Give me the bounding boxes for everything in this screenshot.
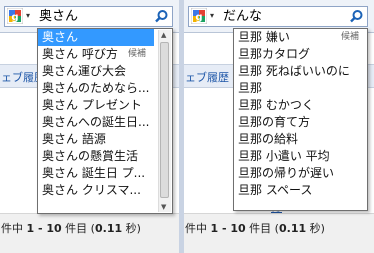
search-box[interactable]: g ▾ だんな: [188, 6, 368, 27]
magnifier-icon[interactable]: [154, 9, 169, 24]
suggestion-item[interactable]: 奥さん 呼び方 候補: [38, 46, 154, 63]
result-count: 件中 1 - 10 件目 (0.11 秒): [185, 222, 325, 235]
suggestion-item[interactable]: 旦那 嫌い 候補: [234, 29, 367, 46]
suggestion-text: 旦那 嫌い: [238, 30, 290, 44]
results-footer: 件中 1 - 10 件目 (0.11 秒): [184, 213, 374, 253]
google-logo-icon[interactable]: g: [7, 8, 23, 24]
suggestion-text: 奥さん クリスマ...: [42, 183, 141, 197]
suggestion-dropdown-right: 旦那 嫌い 候補 旦那カタログ 旦那 死ねばいいのに 旦那 旦那 むかつく 旦那の…: [233, 28, 368, 211]
suggestion-hint: 候補: [127, 49, 146, 59]
suggestion-text: 旦那 小遣い 平均: [238, 149, 330, 163]
suggestion-item[interactable]: 旦那の帰りが遅い: [234, 165, 367, 182]
suggestion-text: 奥さん 語源: [42, 132, 106, 146]
suggestion-text: 旦那: [238, 81, 263, 95]
suggestion-hint: 候補: [340, 32, 359, 42]
dropdown-scrollbar[interactable]: ▲ ▼: [158, 30, 171, 212]
scroll-down-icon[interactable]: ▼: [161, 203, 166, 211]
suggestion-item[interactable]: 旦那の給料: [234, 131, 367, 148]
suggestion-text: 奥さん 誕生日 プ...: [42, 166, 146, 180]
suggestion-item[interactable]: 奥さん プレゼント: [38, 97, 154, 114]
suggestion-item[interactable]: 旦那: [234, 80, 367, 97]
suggestion-text: 奥さん運び大会: [42, 64, 127, 78]
search-query[interactable]: だんな: [223, 9, 262, 25]
suggestion-text: 旦那の育て方: [238, 115, 311, 129]
suggestion-text: 奥さん プレゼント: [42, 98, 142, 112]
suggestion-text: 旦那の給料: [238, 132, 299, 146]
suggestion-item[interactable]: 旦那 死ねばいいのに: [234, 63, 367, 80]
suggestion-item[interactable]: 奥さん 語源: [38, 131, 154, 148]
search-engine-dropdown-icon[interactable]: ▾: [26, 11, 30, 20]
suggestion-item[interactable]: 奥さん クリスマ...: [38, 182, 154, 199]
suggestion-text: 旦那 スペース: [238, 183, 313, 197]
search-box[interactable]: g ▾ 奥さん: [4, 6, 173, 27]
suggestion-item[interactable]: 奥さんへの誕生日...: [38, 114, 154, 131]
suggestion-item[interactable]: 旦那 スペース: [234, 182, 367, 199]
suggestion-item[interactable]: 旦那の育て方: [234, 114, 367, 131]
suggestion-text: 旦那 死ねばいいのに: [238, 64, 350, 78]
suggestion-item[interactable]: 奥さん: [38, 29, 154, 46]
search-query[interactable]: 奥さん: [39, 9, 78, 25]
suggestion-text: 旦那 むかつく: [238, 98, 314, 112]
suggestion-text: 奥さんのためなら...: [42, 81, 150, 95]
svg-text:g: g: [195, 12, 202, 23]
scrollbar-thumb[interactable]: [160, 42, 169, 198]
web-history-link[interactable]: ェブ履歴: [185, 69, 229, 85]
suggestion-text: 奥さんへの誕生日...: [42, 115, 150, 129]
results-footer: 件中 1 - 10 件目 (0.11 秒): [0, 213, 179, 253]
suggestion-item[interactable]: 奥さんのためなら...: [38, 80, 154, 97]
suggestion-dropdown-left: 奥さん 奥さん 呼び方 候補 奥さん運び大会 奥さんのためなら... 奥さん プレ…: [37, 28, 173, 214]
suggestion-item[interactable]: 奥さん運び大会: [38, 63, 154, 80]
suggestion-item[interactable]: 旦那カタログ: [234, 46, 367, 63]
search-engine-dropdown-icon[interactable]: ▾: [210, 11, 214, 20]
suggestion-item[interactable]: 奥さんの懸賞生活: [38, 148, 154, 165]
suggestion-text: 奥さん: [42, 30, 79, 44]
google-logo-icon[interactable]: g: [191, 8, 207, 24]
result-count: 件中 1 - 10 件目 (0.11 秒): [1, 222, 141, 235]
suggestion-text: 旦那の帰りが遅い: [238, 166, 335, 180]
suggestion-text: 奥さん 呼び方: [42, 47, 118, 61]
suggestion-text: 奥さんの懸賞生活: [42, 149, 139, 163]
svg-text:g: g: [11, 12, 18, 23]
suggestion-item[interactable]: 旦那 小遣い 平均: [234, 148, 367, 165]
suggestion-text: 旦那カタログ: [238, 47, 311, 61]
suggestion-item[interactable]: 奥さん 誕生日 プ...: [38, 165, 154, 182]
suggestion-item[interactable]: 旦那 むかつく: [234, 97, 367, 114]
magnifier-icon[interactable]: [349, 9, 364, 24]
scroll-up-icon[interactable]: ▲: [161, 31, 166, 39]
